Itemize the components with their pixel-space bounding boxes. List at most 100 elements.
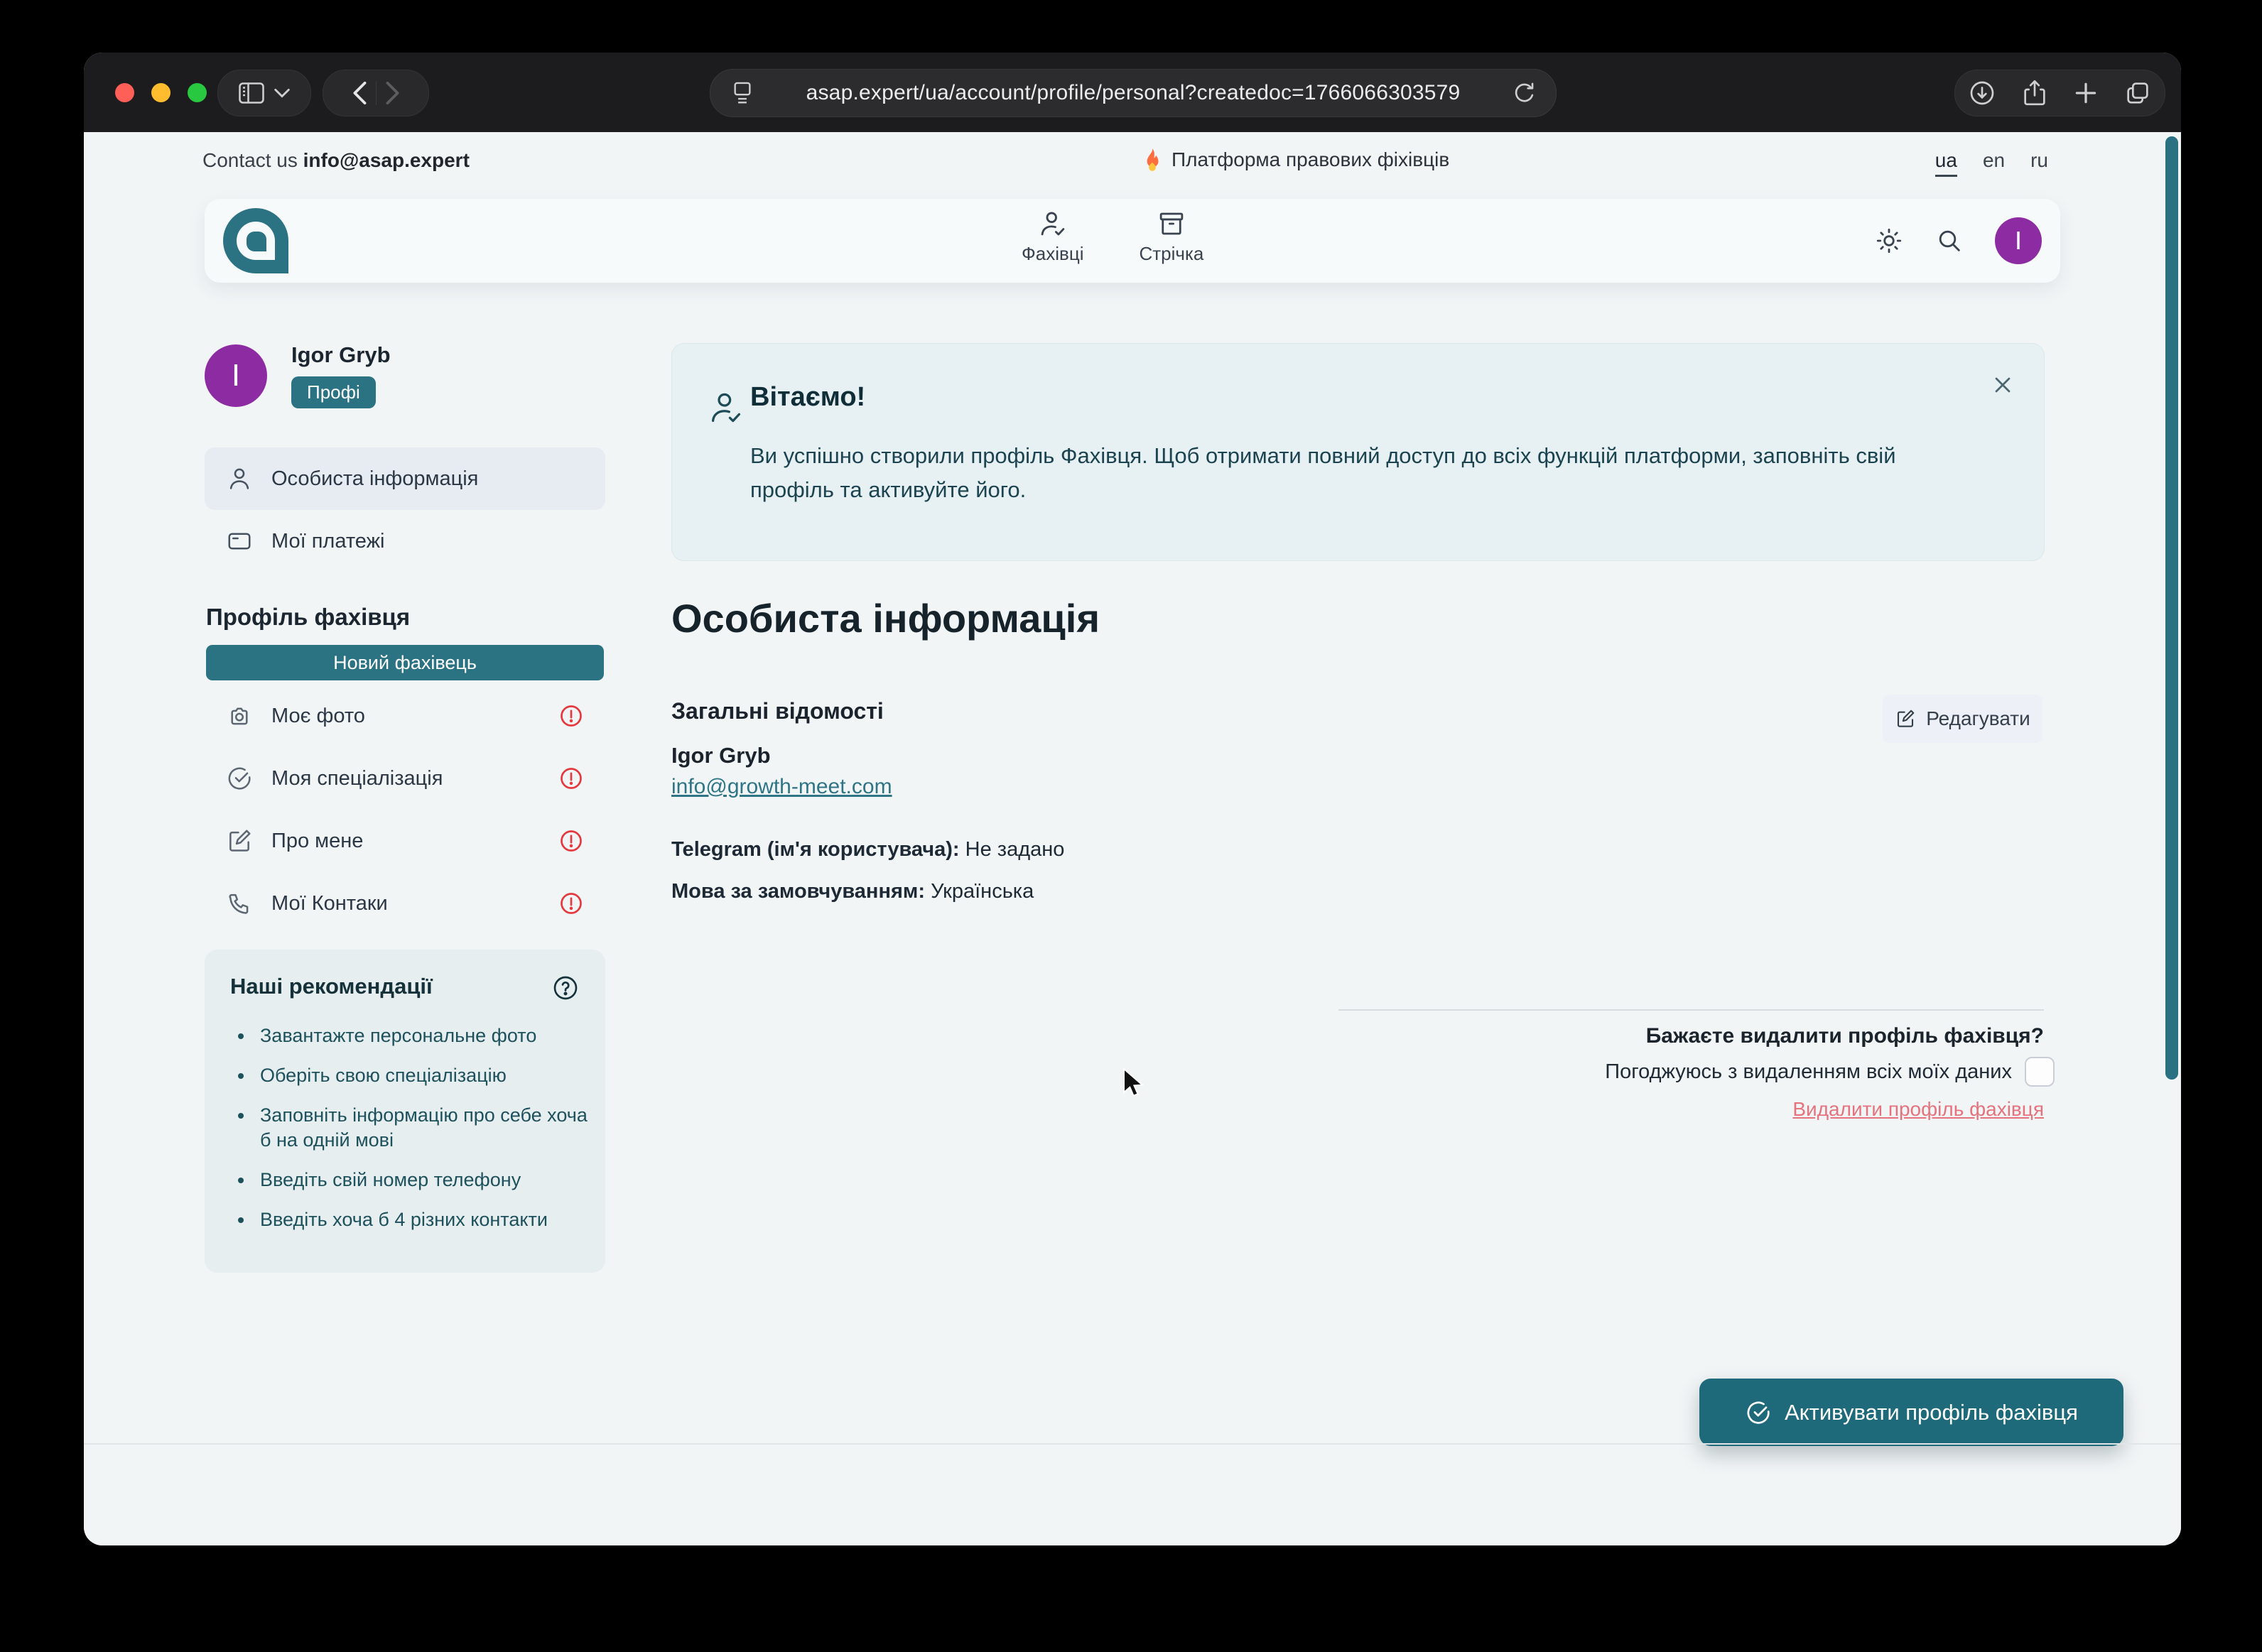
sidebar-item-my-contacts[interactable]: Мої Контаки: [205, 872, 605, 935]
site-header: Фахівці Стрічка: [205, 199, 2060, 283]
language-label: Мова за замовчуванням:: [671, 880, 925, 903]
minimize-window-button[interactable]: [151, 83, 171, 102]
history-nav-group: [323, 70, 429, 116]
person-check-icon: [1038, 209, 1068, 239]
telegram-value: Не задано: [965, 838, 1065, 861]
main-nav: Фахівці Стрічка: [1022, 209, 1203, 265]
person-check-icon: [708, 389, 745, 426]
forward-button[interactable]: [385, 81, 401, 105]
edit-icon: [1895, 708, 1916, 729]
telegram-label: Telegram (ім'я користувача):: [671, 838, 960, 861]
theme-toggle-sun-icon[interactable]: [1874, 226, 1904, 256]
share-icon[interactable]: [2021, 79, 2048, 107]
help-icon[interactable]: [551, 974, 580, 1002]
tab-overview-icon[interactable]: [2123, 79, 2152, 107]
edit-button-label: Редагувати: [1926, 707, 2030, 730]
activate-button-label: Активувати профіль фахівця: [1785, 1400, 2078, 1425]
welcome-text: Ви успішно створили профіль Фахівця. Щоб…: [750, 439, 1944, 507]
sidebar-item-about-me[interactable]: Про мене: [205, 810, 605, 872]
recommendations-list: Завантажте персональне фото Оберіть свою…: [254, 1023, 580, 1233]
sidebar-toggle-icon[interactable]: [239, 82, 264, 104]
telegram-row: Telegram (ім'я користувача): Не задано: [671, 838, 1064, 862]
recommendation-item: Завантажте персональне фото: [254, 1023, 580, 1048]
edit-icon: [226, 827, 253, 854]
recommendation-item: Введіть свій номер телефону: [254, 1168, 580, 1192]
address-bar[interactable]: asap.expert/ua/account/profile/personal?…: [710, 69, 1557, 117]
back-button[interactable]: [352, 81, 367, 105]
asap-logo[interactable]: [223, 208, 288, 273]
lang-ua[interactable]: ua: [1935, 149, 1957, 177]
header-actions: I: [1874, 199, 2042, 283]
search-icon[interactable]: [1935, 227, 1964, 255]
traffic-lights: [115, 83, 207, 102]
sidebar-item-label: Моя спеціалізація: [271, 767, 443, 790]
reload-icon[interactable]: [1513, 81, 1536, 105]
contact-label: Contact us: [202, 149, 298, 171]
phone-icon: [226, 890, 253, 917]
close-icon[interactable]: [1990, 372, 2015, 398]
sidebar-item-personal-info[interactable]: Особиста інформація: [205, 447, 605, 510]
warning-icon: [558, 766, 584, 791]
new-specialist-banner: Новий фахівець: [206, 645, 604, 680]
contact-email-link[interactable]: info@asap.expert: [303, 149, 470, 171]
nav-divider: [376, 81, 377, 105]
desktop-background: asap.expert/ua/account/profile/personal?…: [0, 0, 2262, 1652]
check-circle-icon: [226, 765, 253, 792]
general-section-title: Загальні відомості: [671, 698, 884, 724]
edit-button[interactable]: Редагувати: [1883, 695, 2042, 743]
language-value: Українська: [931, 880, 1034, 903]
delete-consent-row: Погоджуюсь з видаленням всіх моїх даних: [1605, 1057, 2055, 1087]
recommendation-item: Заповніть інформацію про себе хоча б на …: [254, 1103, 594, 1153]
delete-question: Бажаєте видалити профіль фахівця?: [1646, 1024, 2044, 1048]
zoom-window-button[interactable]: [188, 83, 207, 102]
contact-line: Contact us info@asap.expert: [202, 149, 470, 172]
new-tab-icon[interactable]: [2073, 80, 2099, 106]
nav-label: Стрічка: [1139, 243, 1203, 265]
footer-divider: [84, 1443, 2181, 1445]
warning-icon: [558, 703, 584, 729]
default-language-row: Мова за замовчуванням: Українська: [671, 880, 1034, 903]
sidebar-item-my-photo[interactable]: Моє фото: [205, 685, 605, 747]
recommendations-title: Наші рекомендації: [230, 974, 433, 999]
sidebar-item-payments[interactable]: Мої платежі: [205, 510, 605, 572]
close-window-button[interactable]: [115, 83, 134, 102]
user-avatar[interactable]: I: [1995, 217, 2042, 264]
toolbar-actions-group: [1954, 70, 2165, 116]
user-icon: [226, 465, 253, 492]
delete-consent-checkbox[interactable]: [2025, 1057, 2055, 1087]
sidebar-item-specialization[interactable]: Моя спеціалізація: [205, 747, 605, 810]
sidebar-item-label: Моє фото: [271, 705, 365, 728]
downloads-icon[interactable]: [1968, 79, 1996, 107]
nav-item-specialists[interactable]: Фахівці: [1022, 209, 1083, 265]
nav-item-feed[interactable]: Стрічка: [1139, 209, 1203, 265]
delete-profile-link[interactable]: Видалити профіль фахівця: [1792, 1098, 2044, 1121]
activate-profile-button[interactable]: Активувати профіль фахівця: [1699, 1379, 2123, 1446]
welcome-title: Вітаємо!: [750, 382, 865, 413]
profile-email-link[interactable]: info@growth-meet.com: [671, 775, 892, 799]
sidebar-item-label: Мої Контаки: [271, 892, 388, 915]
camera-icon: [226, 702, 253, 729]
sidebar-item-label: Особиста інформація: [271, 467, 478, 491]
warning-icon: [558, 828, 584, 854]
url-text[interactable]: asap.expert/ua/account/profile/personal?…: [753, 81, 1513, 105]
page-scrollbar[interactable]: [2165, 136, 2178, 1080]
nav-label: Фахівці: [1022, 243, 1083, 265]
chevron-down-icon[interactable]: [274, 88, 290, 98]
reader-view-icon[interactable]: [732, 81, 753, 105]
welcome-banner: Вітаємо! Ви успішно створили профіль Фах…: [671, 343, 2045, 561]
flame-icon: [1142, 148, 1163, 172]
page-title: Особиста інформація: [671, 595, 1100, 641]
lang-ru[interactable]: ru: [2030, 149, 2048, 177]
recommendations-card: Наші рекомендації Завантажте персональне…: [205, 950, 605, 1273]
language-switcher: ua en ru: [1935, 149, 2048, 177]
recommendation-item: Оберіть свою спеціалізацію: [254, 1063, 580, 1088]
lang-en[interactable]: en: [1983, 149, 2005, 177]
sidebar-user: Igor Gryb Профі: [291, 342, 391, 408]
tagline-text: Платформа правових фіхівців: [1171, 148, 1449, 171]
profile-name: Igor Gryb: [671, 743, 771, 768]
utility-bar: Contact us info@asap.expert Платформа пр…: [84, 132, 2181, 192]
sidebar-toggle-group: [217, 70, 311, 116]
sidebar-user-name: Igor Gryb: [291, 342, 391, 368]
page: Contact us info@asap.expert Платформа пр…: [84, 132, 2181, 1545]
warning-icon: [558, 891, 584, 916]
